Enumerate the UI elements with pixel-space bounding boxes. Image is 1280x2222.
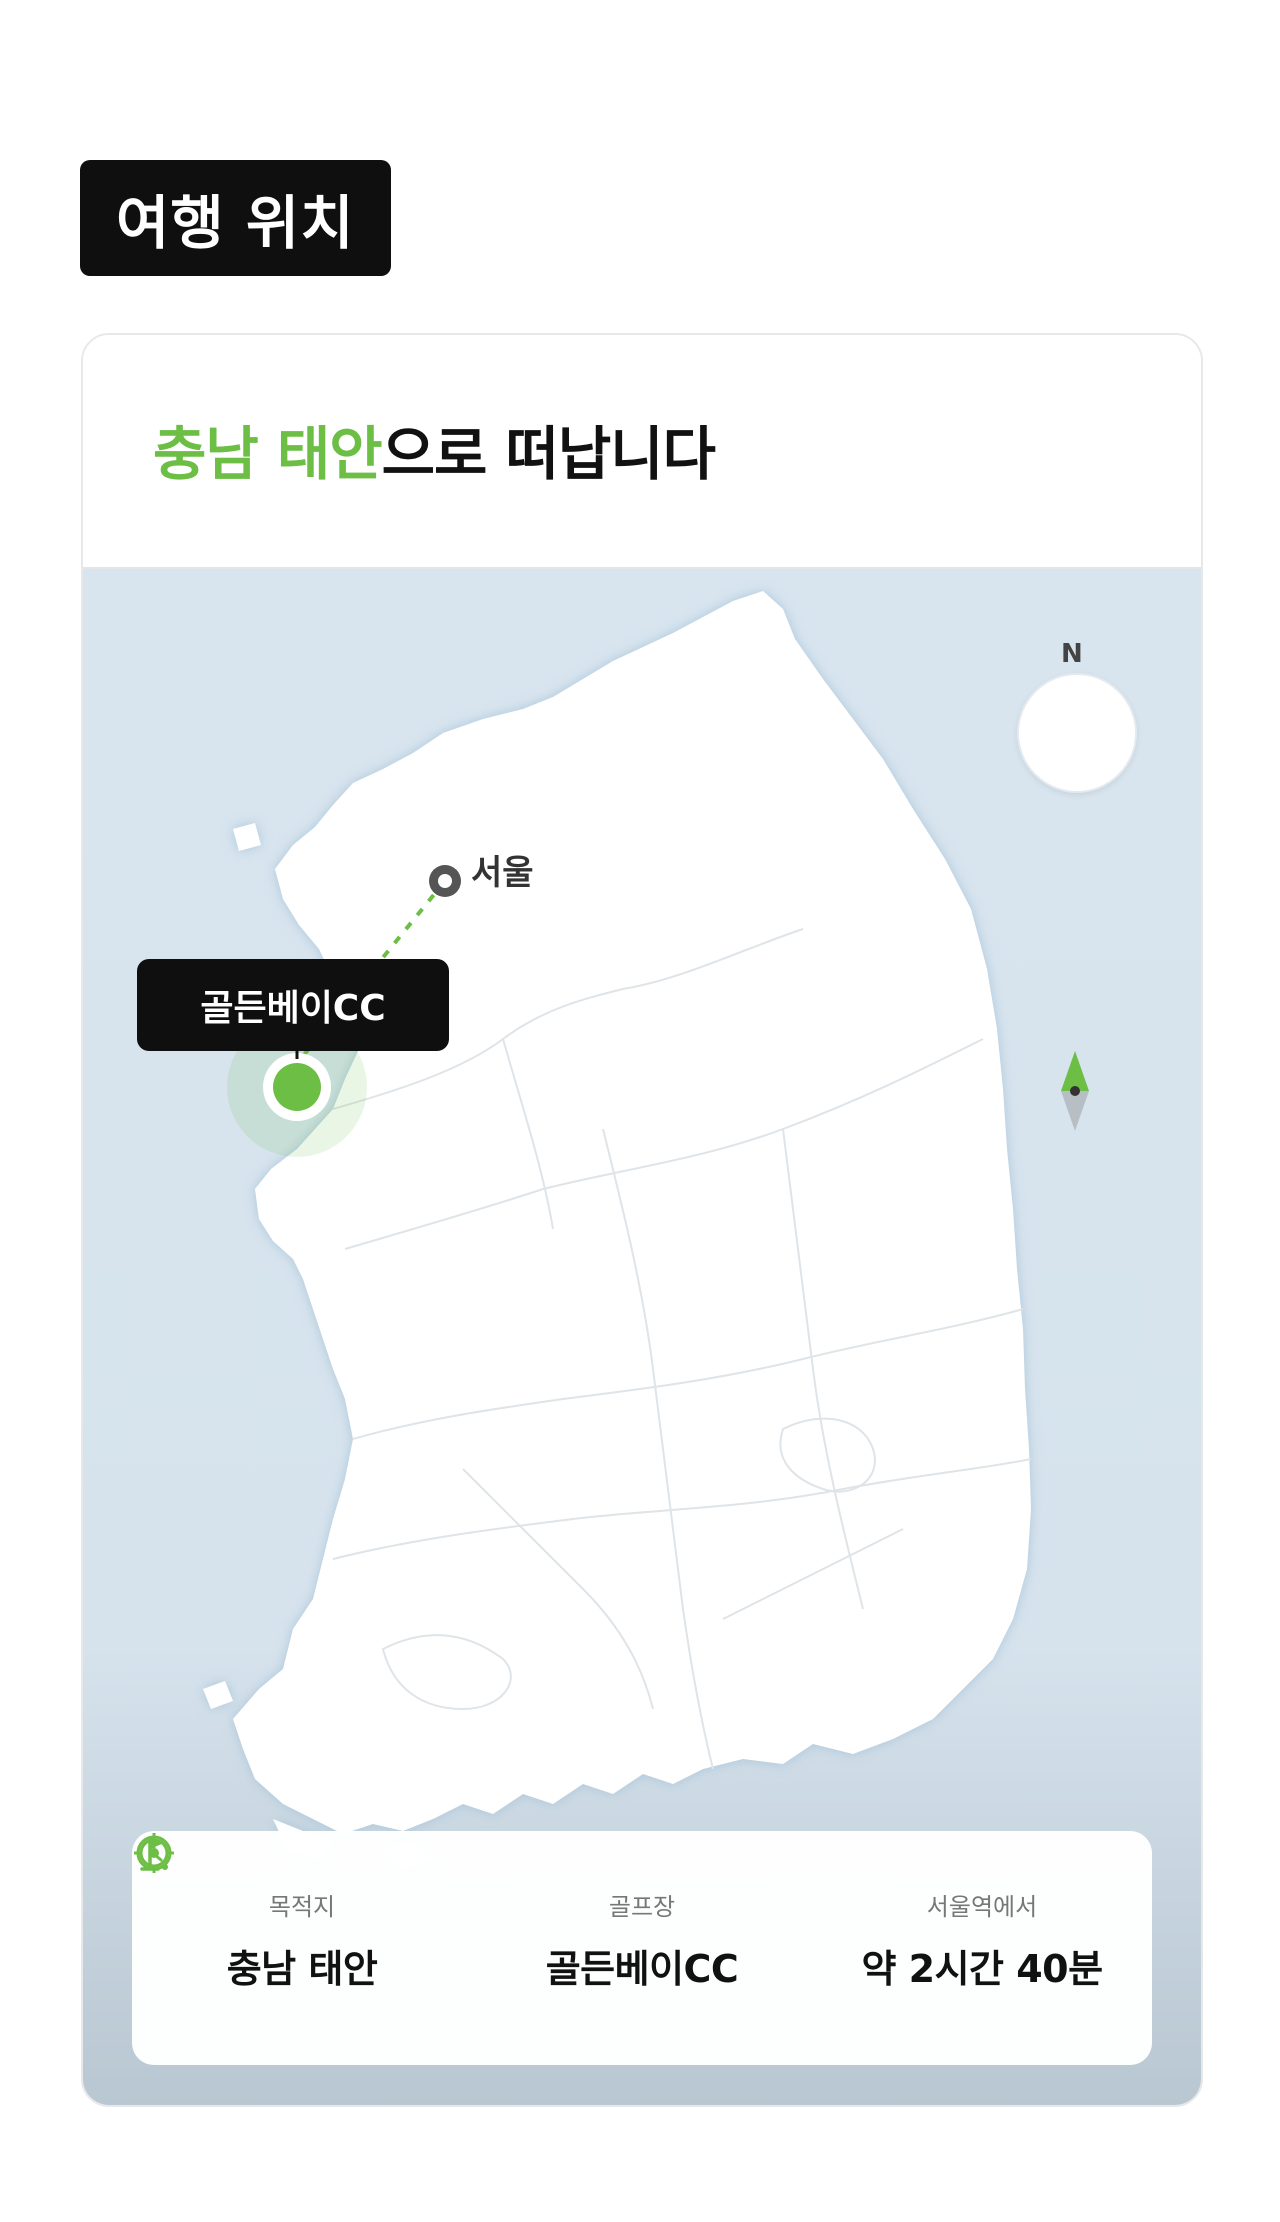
compass-needle xyxy=(1061,1051,1089,1131)
info-panel: 목적지 충남 태안 골프장 골든베이CC 서울역에서 약 2시간 40분 xyxy=(132,1831,1152,2065)
info-travel-time: 서울역에서 약 2시간 40분 xyxy=(136,1831,1152,2065)
peninsula-landmass xyxy=(203,591,1031,1869)
info-value: 약 2시간 40분 xyxy=(861,1947,1103,1991)
card-header: 충남 태안으로 떠납니다 xyxy=(83,335,1201,569)
korea-map[interactable]: N 서울 골든베이CC 목적지 충남 태안 골프장 골든베이CC 서울역에서 약… xyxy=(83,569,1201,2105)
info-label: 목적지 xyxy=(268,1893,336,1921)
headline-rest: 으로 떠납니다 xyxy=(381,420,716,488)
clock-icon xyxy=(136,1835,172,1871)
info-label: 골프장 xyxy=(608,1893,676,1921)
section-title: 여행 위치 xyxy=(80,160,391,276)
headline-highlight: 충남 태안 xyxy=(153,420,383,488)
destination-label[interactable]: 골든베이CC xyxy=(137,959,449,1051)
info-golf-course: 골프장 골든베이CC xyxy=(140,1831,812,2065)
origin-city-label: 서울 xyxy=(471,853,534,893)
location-card: 충남 태안으로 떠납니다 N 서울 골든베이CC 목적지 충남 태안 골프장 골… xyxy=(81,333,1203,2107)
info-destination: 목적지 충남 태안 xyxy=(132,1831,472,2065)
info-value: 충남 태안 xyxy=(226,1947,378,1991)
info-label: 서울역에서 xyxy=(926,1893,1038,1921)
compass-north-label: N xyxy=(1061,639,1083,669)
headline: 충남 태안으로 떠납니다 xyxy=(153,407,716,491)
origin-marker xyxy=(429,865,461,897)
info-value: 골든베이CC xyxy=(545,1947,739,1991)
